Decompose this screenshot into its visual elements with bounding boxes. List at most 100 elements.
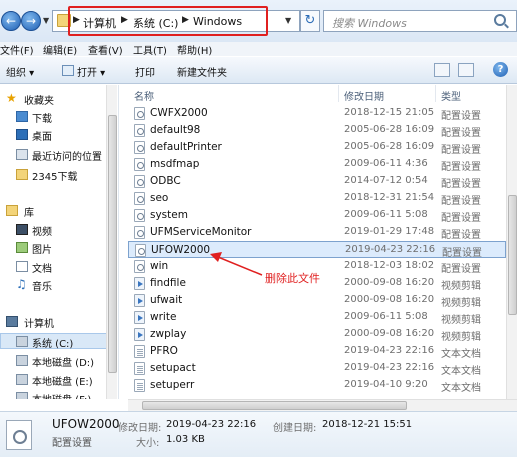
file-modified-date: 2018-12-15 21:05	[344, 107, 435, 118]
new-folder-button[interactable]: 新建文件夹	[177, 64, 227, 79]
details-size-value: 1.03 KB	[166, 434, 205, 445]
address-highlight-box	[68, 6, 268, 36]
file-modified-date: 2019-04-23 22:16	[344, 345, 435, 356]
menu-file[interactable]: 文件(F)	[0, 42, 34, 57]
history-dropdown-icon[interactable]: ▼	[43, 16, 49, 25]
nav-pictures[interactable]: 图片	[0, 240, 112, 256]
details-file-type: 配置设置	[52, 438, 92, 449]
nav-recent[interactable]: 最近访问的位置	[0, 147, 112, 163]
refresh-button[interactable]: ↻	[300, 10, 320, 32]
settings-file-icon	[134, 192, 145, 205]
nav-scrollbar[interactable]	[106, 85, 117, 399]
table-row-selected[interactable]: UFOW2000 2019-04-23 22:16 配置设置	[128, 241, 506, 259]
table-row[interactable]: ufwait 2000-09-08 16:20 视频剪辑	[128, 292, 506, 309]
print-button[interactable]: 打印	[135, 64, 155, 79]
nav-videos[interactable]: 视频	[0, 222, 112, 238]
drive-icon	[16, 336, 28, 347]
column-header-date[interactable]: 修改日期	[344, 85, 384, 103]
table-row[interactable]: setupact 2019-04-23 22:16 文本文档	[128, 360, 506, 377]
open-button[interactable]: 打开 ▾	[77, 64, 105, 79]
view-options-icon[interactable]	[434, 63, 450, 77]
document-icon	[16, 261, 28, 272]
nav-scroll-thumb[interactable]	[108, 115, 117, 373]
search-placeholder: 搜索 Windows	[332, 17, 407, 30]
menu-tools[interactable]: 工具(T)	[133, 42, 167, 57]
back-button[interactable]: ←	[1, 11, 21, 31]
nav-label: 库	[24, 208, 34, 219]
column-separator[interactable]	[338, 85, 339, 102]
video-file-icon	[134, 294, 145, 307]
table-row[interactable]: defaultPrinter 2005-06-28 16:09 配置设置	[128, 139, 506, 156]
nav-computer[interactable]: 计算机	[0, 314, 112, 330]
search-icon[interactable]	[494, 14, 506, 26]
column-header-type[interactable]: 类型	[441, 85, 461, 103]
file-type: 配置设置	[441, 230, 481, 241]
nav-label: 本地磁盘 (E:)	[32, 377, 93, 388]
nav-libraries[interactable]: 库	[0, 203, 112, 219]
file-modified-date: 2005-06-28 16:09	[344, 141, 435, 152]
menu-edit[interactable]: 编辑(E)	[43, 42, 77, 57]
nav-music[interactable]: ♫ 音乐	[0, 277, 112, 293]
file-modified-date: 2005-06-28 16:09	[344, 124, 435, 135]
table-row[interactable]: CWFX2000 2018-12-15 21:05 配置设置	[128, 105, 506, 122]
nav-favorites[interactable]: ★ 收藏夹	[0, 91, 112, 107]
vertical-scroll-thumb[interactable]	[508, 195, 517, 315]
table-row[interactable]: seo 2018-12-31 21:54 配置设置	[128, 190, 506, 207]
search-input[interactable]: 搜索 Windows	[323, 10, 517, 32]
file-list-horizontal-scrollbar[interactable]	[128, 399, 517, 411]
nav-documents[interactable]: 文档	[0, 259, 112, 275]
download-icon	[16, 111, 28, 122]
nav-label: 视频	[32, 227, 52, 238]
nav-drive-d[interactable]: 本地磁盘 (D:)	[0, 353, 112, 369]
file-list-vertical-scrollbar[interactable]	[506, 85, 517, 399]
details-created-value: 2018-12-21 15:51	[322, 419, 413, 430]
nav-label: 图片	[32, 245, 52, 256]
settings-file-icon	[134, 124, 145, 137]
column-header-name[interactable]: 名称	[134, 85, 154, 103]
file-name: ODBC	[150, 175, 181, 187]
library-icon	[6, 205, 18, 216]
table-row[interactable]: default98 2005-06-28 16:09 配置设置	[128, 122, 506, 139]
nav-label: 收藏夹	[24, 96, 54, 107]
forward-button[interactable]: →	[21, 11, 41, 31]
nav-label: 文档	[32, 264, 52, 275]
horizontal-scroll-thumb[interactable]	[142, 401, 407, 410]
column-separator[interactable]	[435, 85, 436, 102]
table-row[interactable]: zwplay 2000-09-08 16:20 视频剪辑	[128, 326, 506, 343]
nav-label: 本地磁盘 (D:)	[32, 358, 95, 369]
table-row[interactable]: write 2009-06-11 5:08 视频剪辑	[128, 309, 506, 326]
file-type: 配置设置	[441, 128, 481, 139]
file-name: defaultPrinter	[150, 141, 222, 153]
settings-file-icon	[134, 158, 145, 171]
settings-file-icon	[134, 226, 145, 239]
nav-downloads-2345[interactable]: 2345下载	[0, 167, 112, 183]
file-name: seo	[150, 192, 169, 204]
nav-drive-c[interactable]: 系统 (C:)	[0, 333, 112, 350]
pane-splitter[interactable]	[118, 85, 128, 399]
table-row[interactable]: UFMServiceMonitor 2019-01-29 17:48 配置设置	[128, 224, 506, 241]
nav-downloads[interactable]: 下载	[0, 109, 112, 125]
organize-button[interactable]: 组织 ▾	[6, 64, 34, 79]
file-name: ufwait	[150, 294, 183, 306]
drive-icon	[16, 392, 28, 399]
file-type: 视频剪辑	[441, 332, 481, 343]
table-row[interactable]: msdfmap 2009-06-11 4:36 配置设置	[128, 156, 506, 173]
file-modified-date: 2009-06-11 4:36	[344, 158, 428, 169]
table-row[interactable]: setuperr 2019-04-10 9:20 文本文档	[128, 377, 506, 394]
menu-help[interactable]: 帮助(H)	[177, 42, 212, 57]
preview-pane-icon[interactable]	[458, 63, 474, 77]
file-type: 视频剪辑	[441, 298, 481, 309]
nav-drive-f[interactable]: 本地磁盘 (F:)	[0, 390, 112, 399]
file-name: default98	[150, 124, 201, 136]
nav-desktop[interactable]: 桌面	[0, 127, 112, 143]
file-name: PFRO	[150, 345, 178, 357]
details-pane: UFOW2000 配置设置 修改日期: 2019-04-23 22:16 创建日…	[0, 411, 517, 457]
drive-icon	[16, 355, 28, 366]
menu-view[interactable]: 查看(V)	[88, 42, 123, 57]
chevron-down-icon[interactable]: ▼	[285, 16, 291, 25]
table-row[interactable]: system 2009-06-11 5:08 配置设置	[128, 207, 506, 224]
help-icon[interactable]: ?	[493, 62, 508, 77]
table-row[interactable]: ODBC 2014-07-12 0:54 配置设置	[128, 173, 506, 190]
table-row[interactable]: PFRO 2019-04-23 22:16 文本文档	[128, 343, 506, 360]
nav-drive-e[interactable]: 本地磁盘 (E:)	[0, 372, 112, 388]
